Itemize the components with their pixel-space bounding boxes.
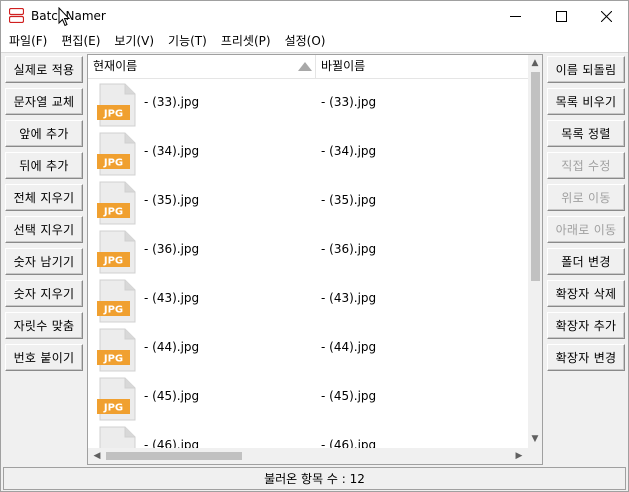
move-up-button[interactable]: 위로 이동: [547, 184, 625, 211]
jpg-badge-label: JPG: [103, 354, 123, 365]
menu-edit[interactable]: 편집(E): [54, 31, 107, 52]
mouse-cursor-icon: [58, 7, 70, 27]
current-name: - (44).jpg: [144, 340, 200, 354]
list-item[interactable]: JPG - (46).jpg - (46).jpg: [88, 422, 528, 449]
append-button[interactable]: 뒤에 추가: [5, 152, 83, 179]
sort-list-button[interactable]: 목록 정렬: [547, 120, 625, 147]
change-folder-button[interactable]: 폴더 변경: [547, 248, 625, 275]
scroll-left-icon[interactable]: ◀: [90, 449, 104, 463]
new-name: - (45).jpg: [321, 389, 377, 403]
list-item[interactable]: JPG - (33).jpg - (33).jpg: [88, 79, 528, 128]
menu-tools[interactable]: 기능(T): [161, 31, 214, 52]
jpg-file-icon: JPG: [97, 230, 136, 274]
maximize-button[interactable]: [538, 1, 584, 31]
move-down-button[interactable]: 아래로 이동: [547, 216, 625, 243]
minimize-icon: [509, 15, 521, 17]
current-name: - (35).jpg: [144, 193, 200, 207]
jpg-badge-label: JPG: [103, 158, 123, 169]
clear-list-button[interactable]: 목록 비우기: [547, 88, 625, 115]
current-name: - (43).jpg: [144, 291, 200, 305]
list-item[interactable]: JPG - (43).jpg - (43).jpg: [88, 275, 528, 324]
list-item[interactable]: JPG - (35).jpg - (35).jpg: [88, 177, 528, 226]
undo-rename-button[interactable]: 이름 되돌림: [547, 56, 625, 83]
current-name: - (36).jpg: [144, 242, 200, 256]
remove-numbers-button[interactable]: 숫자 지우기: [5, 280, 83, 307]
current-name: - (34).jpg: [144, 144, 200, 158]
list-header: 현재이름 바뀔이름: [88, 55, 528, 79]
add-numbering-button[interactable]: 번호 붙이기: [5, 344, 83, 371]
app-window: BatchNamer 파일(F) 편집(E) 보기(V) 기능(T) 프리셋(P…: [0, 0, 629, 492]
clear-selection-button[interactable]: 선택 지우기: [5, 216, 83, 243]
list-item[interactable]: JPG - (36).jpg - (36).jpg: [88, 226, 528, 275]
vertical-scrollbar[interactable]: ▲ ▼: [528, 55, 542, 448]
clear-all-button[interactable]: 전체 지우기: [5, 184, 83, 211]
delete-extension-button[interactable]: 확장자 삭제: [547, 280, 625, 307]
menu-file[interactable]: 파일(F): [2, 31, 54, 52]
horizontal-scrollbar[interactable]: ◀ ▶: [88, 448, 528, 464]
menu-preset[interactable]: 프리셋(P): [214, 31, 278, 52]
list-item[interactable]: JPG - (45).jpg - (45).jpg: [88, 373, 528, 422]
title-bar[interactable]: BatchNamer: [1, 1, 628, 31]
jpg-badge-label: JPG: [103, 305, 123, 316]
new-name: - (36).jpg: [321, 242, 377, 256]
scroll-right-icon[interactable]: ▶: [512, 449, 526, 463]
new-name: - (43).jpg: [321, 291, 377, 305]
current-name: - (45).jpg: [144, 389, 200, 403]
jpg-file-icon: JPG: [97, 377, 136, 421]
list-item[interactable]: JPG - (34).jpg - (34).jpg: [88, 128, 528, 177]
status-bar: 불러온 항목 수 : 12: [3, 467, 626, 490]
jpg-badge-label: JPG: [103, 207, 123, 218]
file-list[interactable]: 현재이름 바뀔이름 JPG - (33).jpg - (33).jpg JPG …: [87, 54, 543, 465]
jpg-file-icon: JPG: [97, 132, 136, 176]
menu-bar: 파일(F) 편집(E) 보기(V) 기능(T) 프리셋(P) 설정(O): [1, 31, 628, 52]
item-count-status: 불러온 항목 수 : 12: [264, 472, 365, 486]
list-rows: JPG - (33).jpg - (33).jpg JPG - (34).jpg…: [88, 79, 528, 449]
menu-view[interactable]: 보기(V): [107, 31, 161, 52]
change-extension-button[interactable]: 확장자 변경: [547, 344, 625, 371]
jpg-file-icon: JPG: [97, 83, 136, 127]
scrollbar-corner: [528, 448, 542, 464]
new-name: - (34).jpg: [321, 144, 377, 158]
add-extension-button[interactable]: 확장자 추가: [547, 312, 625, 339]
scroll-up-icon[interactable]: ▲: [528, 56, 542, 70]
jpg-badge-label: JPG: [103, 403, 123, 414]
column-current-name[interactable]: 현재이름: [88, 55, 316, 79]
menu-settings[interactable]: 설정(O): [278, 31, 333, 52]
jpg-file-icon: JPG: [97, 181, 136, 225]
menu-divider: [1, 52, 628, 53]
app-logo-icon: [9, 8, 24, 23]
list-item[interactable]: JPG - (44).jpg - (44).jpg: [88, 324, 528, 373]
column-new-name[interactable]: 바뀔이름: [316, 55, 528, 79]
jpg-badge-label: JPG: [103, 256, 123, 267]
jpg-file-icon: JPG: [97, 328, 136, 372]
sort-ascending-icon: [298, 62, 312, 71]
close-icon: [600, 10, 612, 22]
new-name: - (33).jpg: [321, 95, 377, 109]
apply-button[interactable]: 실제로 적용: [5, 56, 83, 83]
new-name: - (35).jpg: [321, 193, 377, 207]
pad-digits-button[interactable]: 자릿수 맞춤: [5, 312, 83, 339]
horizontal-scroll-thumb[interactable]: [106, 452, 242, 460]
prepend-button[interactable]: 앞에 추가: [5, 120, 83, 147]
column-new-name-label: 바뀔이름: [321, 59, 366, 73]
new-name: - (44).jpg: [321, 340, 377, 354]
jpg-file-icon: JPG: [97, 426, 136, 449]
vertical-scroll-thumb[interactable]: [531, 72, 540, 281]
jpg-badge-label: JPG: [103, 109, 123, 120]
jpg-file-icon: JPG: [97, 279, 136, 323]
replace-string-button[interactable]: 문자열 교체: [5, 88, 83, 115]
scroll-down-icon[interactable]: ▼: [528, 432, 542, 446]
column-current-name-label: 현재이름: [93, 59, 138, 73]
minimize-button[interactable]: [492, 1, 538, 31]
current-name: - (33).jpg: [144, 95, 200, 109]
maximize-icon: [555, 10, 567, 22]
close-button[interactable]: [583, 1, 629, 31]
keep-numbers-button[interactable]: 숫자 남기기: [5, 248, 83, 275]
edit-directly-button[interactable]: 직접 수정: [547, 152, 625, 179]
